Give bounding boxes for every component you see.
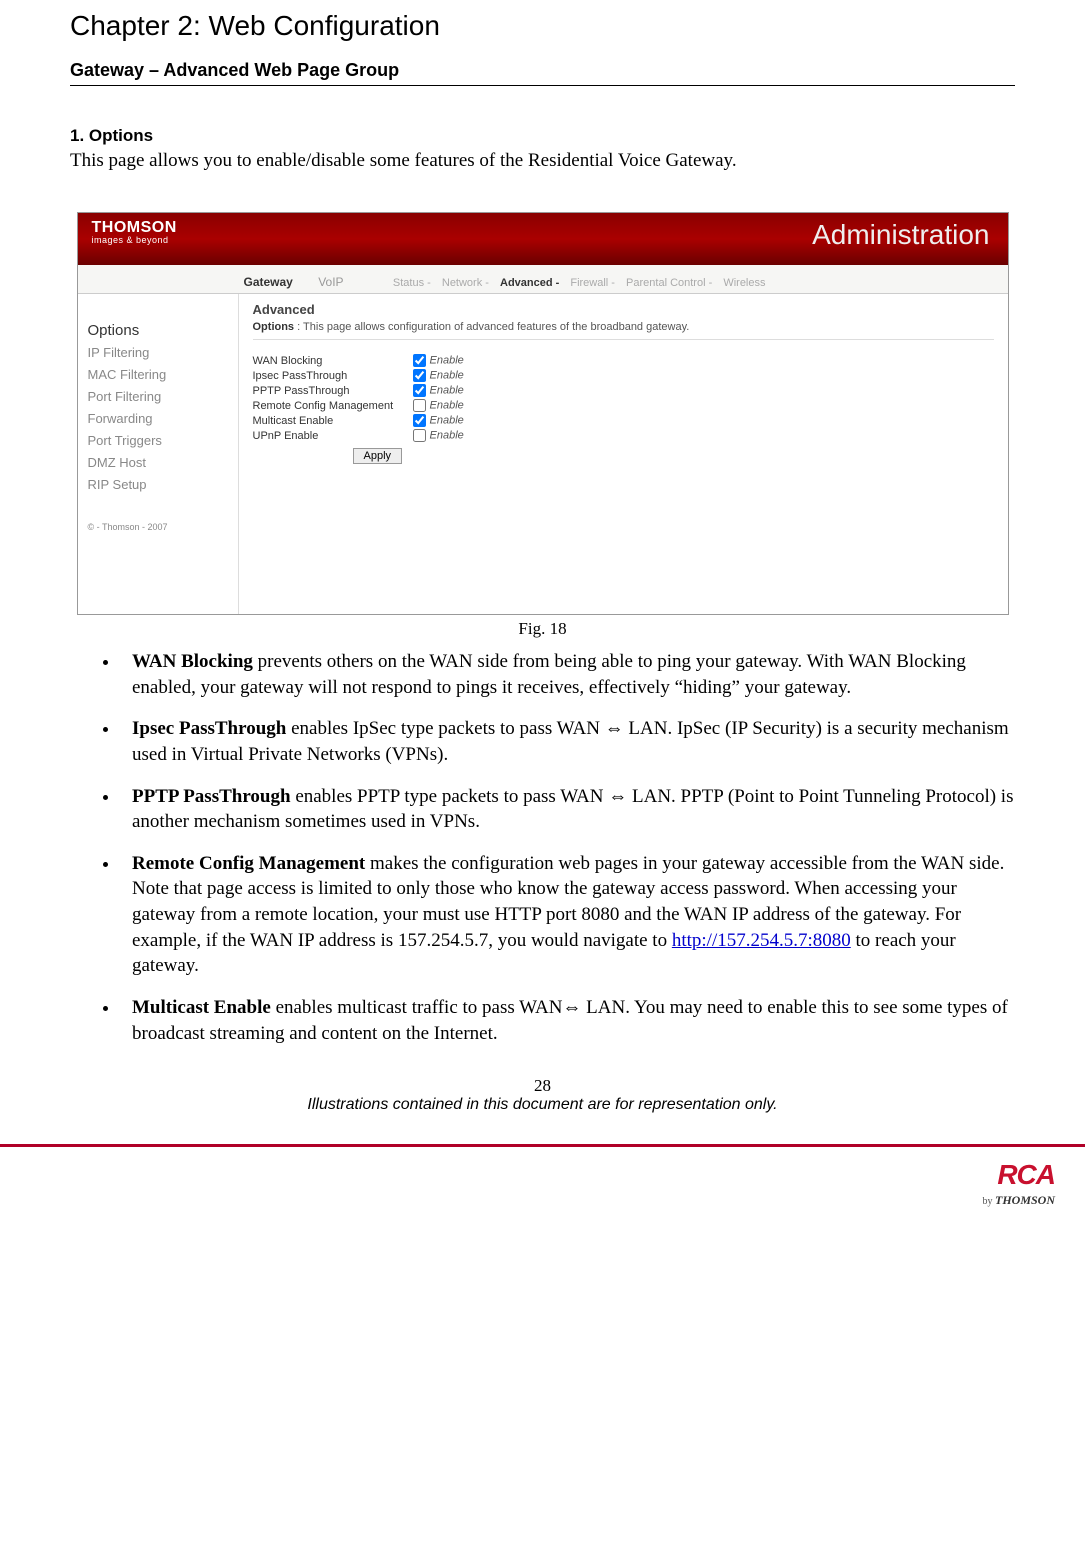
bullet-ipsec: Ipsec PassThrough enables IpSec type pac…	[120, 716, 1015, 767]
admin-screenshot: THOMSON images & beyond Administration G…	[77, 212, 1009, 615]
panel-desc-label: Options	[253, 321, 295, 333]
enable-text: Enable	[430, 429, 464, 441]
checkbox-wan-blocking[interactable]	[413, 354, 426, 367]
options-table: WAN Blocking Enable Ipsec PassThrough En…	[253, 354, 994, 464]
bullet-list: WAN Blocking prevents others on the WAN …	[70, 649, 1015, 1046]
enable-text: Enable	[430, 354, 464, 366]
tab-gateway[interactable]: Gateway	[238, 271, 299, 293]
thomson-logo: THOMSON images & beyond	[92, 219, 177, 245]
bullet-term: PPTP PassThrough	[132, 786, 291, 807]
bullet-term: Remote Config Management	[132, 853, 365, 874]
sidebar-item-forwarding[interactable]: Forwarding	[88, 411, 228, 426]
subheading-options: 1. Options	[70, 126, 1015, 146]
bullet-multicast: Multicast Enable enables multicast traff…	[120, 995, 1015, 1046]
bullet-term: WAN Blocking	[132, 651, 253, 672]
sidebar-copyright: © - Thomson - 2007	[88, 522, 228, 532]
label-upnp: UPnP Enable	[253, 430, 413, 442]
tab-bar: Gateway VoIP Status - Network - Advanced…	[78, 265, 1008, 294]
checkbox-pptp[interactable]	[413, 384, 426, 397]
rca-by: by	[982, 1196, 995, 1207]
bullet-text: prevents others on the WAN side from bei…	[132, 651, 966, 698]
sidebar-item-port-triggers[interactable]: Port Triggers	[88, 433, 228, 448]
row-ipsec: Ipsec PassThrough Enable	[253, 369, 994, 382]
screenshot-sidebar: Options IP Filtering MAC Filtering Port …	[78, 294, 239, 614]
example-url-link[interactable]: http://157.254.5.7:8080	[672, 930, 851, 951]
sidebar-item-port-filtering[interactable]: Port Filtering	[88, 389, 228, 404]
header-administration: Administration	[812, 219, 989, 251]
sidebar-item-dmz-host[interactable]: DMZ Host	[88, 455, 228, 470]
disclaimer-text: Illustrations contained in this document…	[70, 1096, 1015, 1114]
enable-text: Enable	[430, 369, 464, 381]
intro-text: This page allows you to enable/disable s…	[70, 150, 1015, 172]
subtab-firewall[interactable]: Firewall -	[570, 277, 615, 289]
row-upnp: UPnP Enable Enable	[253, 429, 994, 442]
panel-desc-text: This page allows configuration of advanc…	[303, 321, 689, 333]
bullet-term: Multicast Enable	[132, 997, 271, 1018]
rca-logo: RCA by THOMSON	[982, 1159, 1055, 1209]
subtab-advanced[interactable]: Advanced -	[500, 277, 559, 289]
checkbox-upnp[interactable]	[413, 429, 426, 442]
footer-bar: RCA by THOMSON	[0, 1144, 1085, 1217]
rca-text: RCA	[982, 1159, 1055, 1191]
brand-text: THOMSON	[92, 219, 177, 236]
bullet-remote-config: Remote Config Management makes the confi…	[120, 851, 1015, 979]
label-remote-config: Remote Config Management	[253, 400, 413, 412]
bullet-term: Ipsec PassThrough	[132, 718, 286, 739]
panel-title: Advanced	[253, 302, 994, 317]
screenshot-header: THOMSON images & beyond Administration	[78, 213, 1008, 265]
page-number: 28	[70, 1076, 1015, 1096]
label-wan-blocking: WAN Blocking	[253, 355, 413, 367]
apply-button[interactable]: Apply	[353, 448, 403, 464]
bullet-pptp: PPTP PassThrough enables PPTP type packe…	[120, 784, 1015, 835]
row-multicast: Multicast Enable Enable	[253, 414, 994, 427]
sidebar-item-rip-setup[interactable]: RIP Setup	[88, 477, 228, 492]
brand-tagline: images & beyond	[92, 235, 177, 245]
row-pptp: PPTP PassThrough Enable	[253, 384, 994, 397]
label-ipsec: Ipsec PassThrough	[253, 370, 413, 382]
subtab-network[interactable]: Network -	[442, 277, 489, 289]
enable-text: Enable	[430, 384, 464, 396]
subtab-wireless[interactable]: Wireless	[723, 277, 765, 289]
subtab-status[interactable]: Status -	[393, 277, 431, 289]
sidebar-item-ip-filtering[interactable]: IP Filtering	[88, 345, 228, 360]
checkbox-multicast[interactable]	[413, 414, 426, 427]
label-multicast: Multicast Enable	[253, 415, 413, 427]
enable-text: Enable	[430, 399, 464, 411]
section-title: Gateway – Advanced Web Page Group	[70, 60, 1015, 86]
bullet-wan-blocking: WAN Blocking prevents others on the WAN …	[120, 649, 1015, 700]
figure-caption: Fig. 18	[70, 619, 1015, 639]
row-remote-config: Remote Config Management Enable	[253, 399, 994, 412]
subtab-parental[interactable]: Parental Control -	[626, 277, 712, 289]
panel-description: Options : This page allows configuration…	[253, 321, 994, 340]
screenshot-main: Advanced Options : This page allows conf…	[239, 294, 1008, 614]
checkbox-remote-config[interactable]	[413, 399, 426, 412]
row-wan-blocking: WAN Blocking Enable	[253, 354, 994, 367]
chapter-title: Chapter 2: Web Configuration	[70, 10, 1015, 42]
checkbox-ipsec[interactable]	[413, 369, 426, 382]
sidebar-item-mac-filtering[interactable]: MAC Filtering	[88, 367, 228, 382]
label-pptp: PPTP PassThrough	[253, 385, 413, 397]
rca-thomson: THOMSON	[995, 1193, 1055, 1207]
tab-voip[interactable]: VoIP	[312, 271, 349, 293]
sidebar-heading[interactable]: Options	[88, 322, 228, 339]
enable-text: Enable	[430, 414, 464, 426]
